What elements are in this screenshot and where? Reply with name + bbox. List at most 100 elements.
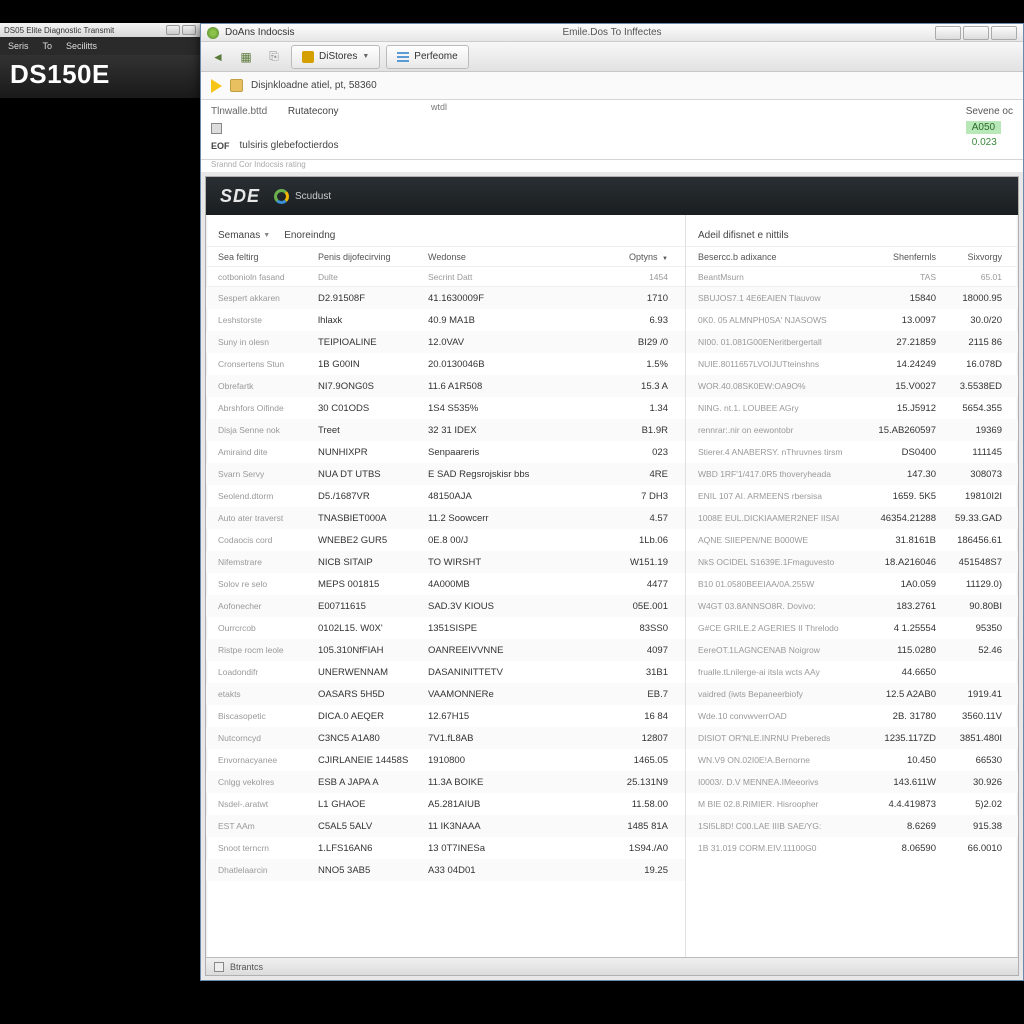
cell: 0K0. 05 ALMNPH0SA' NJASOWS — [698, 315, 856, 325]
table-row[interactable]: NI00. 01.081G00ENeritbergertall27.218592… — [686, 331, 1018, 353]
cell: Wde.10 convwverrOAD — [698, 711, 856, 721]
table-row[interactable]: B10 01.0580BEEIAA/0A.255W1A0.05911129.0) — [686, 573, 1018, 595]
table-row[interactable]: etaktsOASARS 5H5DVAAMONNEReEB.7 — [206, 683, 685, 705]
sublogo-text: Scudust — [295, 191, 331, 202]
table-row[interactable]: WOR.40.08SK0EW:OA9O%15.V00273.5538ED — [686, 375, 1018, 397]
cell: NI7.9ONG0S — [318, 381, 428, 392]
table-row[interactable]: ENIL 107 AI. ARMEENS rbersisa1659. 5K519… — [686, 485, 1018, 507]
table-row[interactable]: Ristpe rocm leole105.310NfFIAHOANREEIVVN… — [206, 639, 685, 661]
table-row[interactable]: Wde.10 convwverrOAD2B. 317803560.11V — [686, 705, 1018, 727]
table-row[interactable]: Abrshfors Oifinde30 C01ODS1S4 S535%1.34 — [206, 397, 685, 419]
table-row[interactable]: EnvornacyaneeCJIRLANEIE 14458S1910800146… — [206, 749, 685, 771]
table-row[interactable]: Stierer.4 ANABERSY. nThruvnes tirsmDS040… — [686, 441, 1018, 463]
table-row[interactable]: NING. nt.1. LOUBEE AGry15.J59125654.355 — [686, 397, 1018, 419]
cell: rennrar:.nir on eewontobr — [698, 425, 856, 435]
col-header[interactable]: Sixvorgy — [936, 252, 1006, 262]
cell: 1.5% — [608, 359, 668, 370]
table-row[interactable]: W4GT 03.8ANNSO8R. Dovivo:183.276190.80BI — [686, 595, 1018, 617]
menu-item-seris[interactable]: Seris — [8, 41, 29, 51]
table-row[interactable]: DhatlelaarcinNNO5 3AB5A33 04D0119.25 — [206, 859, 685, 881]
cell: Disja Senne nok — [218, 425, 318, 435]
col-header[interactable]: Shenfernls — [856, 252, 936, 262]
table-row[interactable]: BiscasopeticDICA.0 AEQER12.67H1516 84 — [206, 705, 685, 727]
table-row[interactable]: Ourrcrcob0102L15. W0X'1351SISPE83SS0 — [206, 617, 685, 639]
table-row[interactable]: Cnlgg vekolresESB A JAPA A11.3A BOIKE25.… — [206, 771, 685, 793]
table-row[interactable]: G#CE GRILE.2 AGERIES II Threlodo4 1.2555… — [686, 617, 1018, 639]
table-row[interactable]: Codaocis cordWNEBE2 GUR50E.8 00/J1Lb.06 — [206, 529, 685, 551]
table-row[interactable]: Svarn ServyNUA DT UTBSE SAD Regsrojskisr… — [206, 463, 685, 485]
cell: 1008E EUL.DICKIAAMER2NEF IISAI — [698, 513, 856, 523]
table-row[interactable]: I0003/. D.V MENNEA.IMeeorivs143.611W30.9… — [686, 771, 1018, 793]
minimize-button[interactable] — [166, 25, 180, 35]
table-row[interactable]: Snoot terncrn1.LFS16AN613 0T7INESa1S94./… — [206, 837, 685, 859]
table-row[interactable]: NUIE.8011657LVOIJUTteinshns14.2424916.07… — [686, 353, 1018, 375]
maximize-button[interactable] — [963, 26, 989, 40]
col-header[interactable]: Penis dijofecirving — [318, 252, 428, 262]
tab-semanas[interactable]: Semanas ▼ — [218, 230, 270, 241]
cell: 1A0.059 — [856, 579, 936, 590]
table-row[interactable]: AQNE SIIEPEN/NE B000WE31.8161B186456.61 — [686, 529, 1018, 551]
table-row[interactable]: Sespert akkarenD2.91508F41.1630009F1710 — [206, 287, 685, 309]
table-row[interactable]: 1008E EUL.DICKIAAMER2NEF IISAI46354.2128… — [686, 507, 1018, 529]
col-header[interactable]: Besercc.b adixance — [698, 252, 856, 262]
menu-item-secilitts[interactable]: Secilitts — [66, 41, 97, 51]
cell: 1465.05 — [608, 755, 668, 766]
table-row[interactable]: EereOT.1LAGNCENAB Noigrow115.028052.46 — [686, 639, 1018, 661]
info-label-2a: EOF — [211, 141, 230, 151]
table-row[interactable]: rennrar:.nir on eewontobr15.AB2605971936… — [686, 419, 1018, 441]
table-row[interactable]: 1B 31.019 CORM.EIV.11100G08.0659066.0010 — [686, 837, 1018, 859]
table-row[interactable]: SBUJOS7.1 4E6EAIEN Tlauvow1584018000.95 — [686, 287, 1018, 309]
table-row[interactable]: 1SI5L8D! C00.LAE IIIB SAE/YG:8.6269915.3… — [686, 815, 1018, 837]
table-row[interactable]: LoadondifrUNERWENNAMDASANINITTETV31B1 — [206, 661, 685, 683]
col-header[interactable]: Sea feltirg — [218, 252, 318, 262]
toolbar-button-distores[interactable]: DiStores ▼ — [291, 45, 380, 69]
cell: NICB SITAIP — [318, 557, 428, 568]
table-row[interactable]: vaidred (iwts Bepaneerbiofy12.5 A2AB0191… — [686, 683, 1018, 705]
table-row[interactable]: 0K0. 05 ALMNPH0SA' NJASOWS13.009730.0/20 — [686, 309, 1018, 331]
close-button[interactable] — [991, 26, 1017, 40]
cell: ENIL 107 AI. ARMEENS rbersisa — [698, 491, 856, 501]
right-title: Adeil difisnet e nittils — [698, 230, 789, 241]
toolbar-icon-3[interactable]: ⎘ — [263, 46, 285, 68]
table-row[interactable]: Solov re seloMEPS 0018154A000MB4477 — [206, 573, 685, 595]
table-row[interactable]: frualle.tLnilerge-ai itsla wcts AAy44.66… — [686, 661, 1018, 683]
table-row[interactable]: NkS OCIDEL S1639E.1Fmaguvesto18.A2160464… — [686, 551, 1018, 573]
table-row[interactable]: DISIOT OR'NLE.INRNU Prebereds1235.117ZD3… — [686, 727, 1018, 749]
tab-enoreindng[interactable]: Enoreindng — [284, 230, 335, 241]
cell: Codaocis cord — [218, 535, 318, 545]
table-row[interactable]: Leshstorstelhlaxk40.9 MA1B6.93 — [206, 309, 685, 331]
table-row[interactable]: Nsdel-.aratwtL1 GHAOEA5.281AIUB11.58.00 — [206, 793, 685, 815]
table-row[interactable]: Auto ater traverstTNASBIET000A11.2 Soowc… — [206, 507, 685, 529]
table-row[interactable]: NutcorncydC3NC5 A1A807V1.fL8AB12807 — [206, 727, 685, 749]
toolbar-button-perfeome[interactable]: Perfeome — [386, 45, 468, 69]
cell: 31.8161B — [856, 535, 936, 546]
table-row[interactable]: M BIE 02.8.RIMIER. Hisroopher4.4.4198735… — [686, 793, 1018, 815]
menu-item-to[interactable]: To — [43, 41, 53, 51]
cell: 19.25 — [608, 865, 668, 876]
cell: 19369 — [936, 425, 1006, 436]
col-header[interactable]: Optyns ▼ — [608, 252, 668, 262]
cell: Cronsertens Stun — [218, 359, 318, 369]
toolbar-icon-back[interactable]: ◄ — [207, 46, 229, 68]
toolbar-icon-2[interactable]: ▦ — [235, 46, 257, 68]
table-row[interactable]: ObrefartkNI7.9ONG0S11.6 A1R50815.3 A — [206, 375, 685, 397]
cell: 12.5 A2AB0 — [856, 689, 936, 700]
minimize-button[interactable] — [935, 26, 961, 40]
cell: 111145 — [936, 447, 1006, 458]
table-row[interactable]: Suny in olesnTEIPIOALINE12.0VAVBI29 /0 — [206, 331, 685, 353]
col-header[interactable]: Wedonse — [428, 252, 608, 262]
status-bar: Btrantcs — [206, 957, 1018, 975]
path-text[interactable]: Disjnkloadne atiel, pt, 58360 — [251, 80, 377, 91]
table-row[interactable]: EST AAmC5AL5 5ALV11 IK3NAAA1485 81A — [206, 815, 685, 837]
table-row[interactable]: Cronsertens Stun1B G00IN20.0130046B1.5% — [206, 353, 685, 375]
table-row[interactable]: WN.V9 ON.02I0E!A.Bernorne10.45066530 — [686, 749, 1018, 771]
table-row[interactable]: NifemstrareNICB SITAIPTO WIRSHTW151.19 — [206, 551, 685, 573]
table-row[interactable]: Seolend.dtormD5./1687VR48150AJA7 DH3 — [206, 485, 685, 507]
table-row[interactable]: WBD 1RF'1/417.0R5 thoveryheada147.303080… — [686, 463, 1018, 485]
maximize-button[interactable] — [182, 25, 196, 35]
cell: 48150AJA — [428, 491, 608, 502]
table-row[interactable]: AofonecherE00711615SAD.3V KIOUS05E.001 — [206, 595, 685, 617]
table-row[interactable]: Disja Senne nokTreet32 31 IDEXB1.9R — [206, 419, 685, 441]
table-row[interactable]: Amiraind diteNUNHIXPRSenpaareris023 — [206, 441, 685, 463]
cell: 7V1.fL8AB — [428, 733, 608, 744]
